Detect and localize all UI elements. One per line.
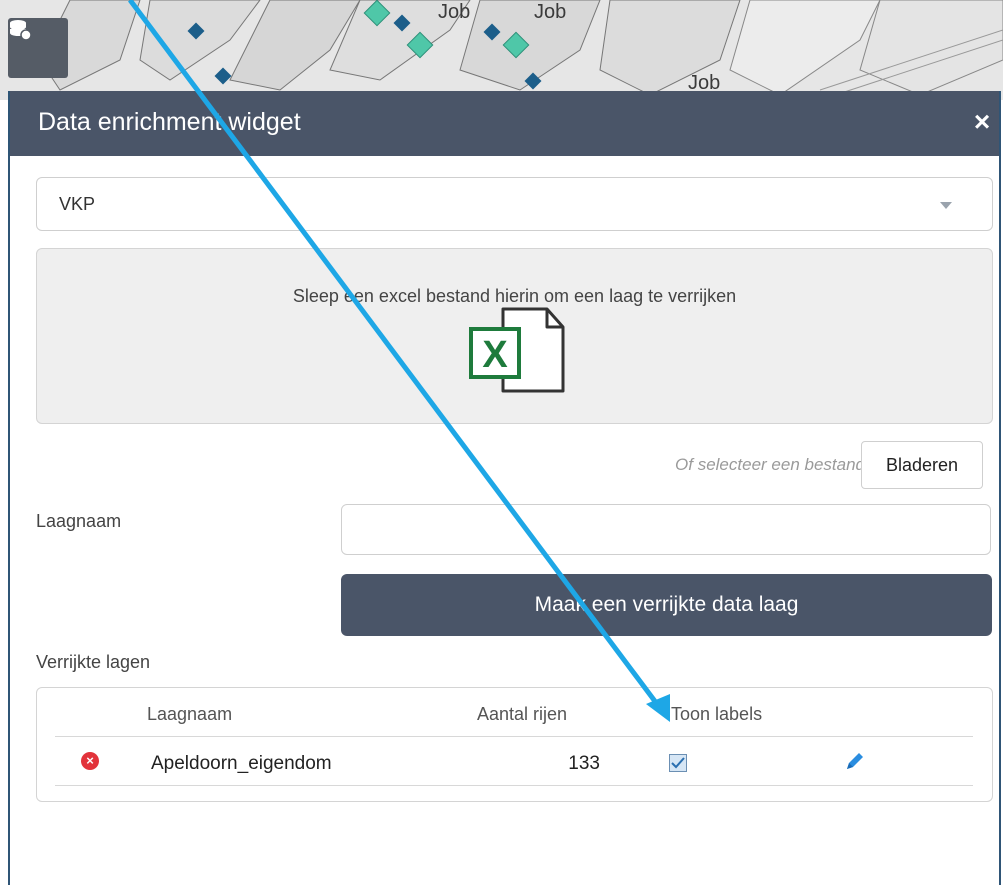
table-header-divider — [55, 736, 973, 737]
checkmark-icon — [671, 757, 685, 769]
browse-button[interactable]: Bladeren — [861, 441, 983, 489]
map-label: Job — [438, 1, 471, 23]
map-features — [39, 0, 1003, 100]
map-background[interactable]: Job Job Job — [0, 0, 1003, 100]
panel-header: Data enrichment widget × — [10, 91, 999, 156]
panel-title: Data enrichment widget — [38, 108, 301, 136]
pencil-icon[interactable] — [845, 751, 865, 771]
chevron-down-icon — [940, 202, 952, 209]
excel-file-icon: X — [469, 307, 565, 393]
layer-select[interactable]: VKP — [36, 177, 993, 231]
enriched-layers-title: Verrijkte lagen — [36, 652, 151, 672]
layer-select-value: VKP — [59, 194, 96, 214]
column-header-aantal-rijen: Aantal rijen — [477, 704, 568, 724]
database-icon — [10, 20, 32, 41]
layer-list-button[interactable] — [8, 18, 68, 78]
enriched-layers-table: Laagnaam Aantal rijen Toon labels × Apel… — [36, 687, 993, 802]
show-labels-checkbox[interactable] — [669, 754, 687, 772]
close-icon[interactable]: × — [967, 107, 997, 137]
or-select-file-text: Of selecteer een bestand — [675, 455, 865, 474]
dropzone-text: Sleep een excel bestand hierin om een la… — [292, 286, 737, 306]
column-header-laagnaam: Laagnaam — [147, 704, 233, 724]
layer-name-input[interactable] — [341, 504, 991, 555]
map-label: Job — [534, 1, 567, 23]
row-count: 133 — [568, 753, 600, 774]
table-row-divider — [55, 785, 973, 786]
layer-name-label: Laagnaam — [36, 511, 122, 531]
svg-text:X: X — [482, 334, 508, 376]
data-enrichment-panel: Data enrichment widget × VKP Sleep een e… — [8, 91, 1001, 885]
delete-icon[interactable]: × — [81, 752, 99, 770]
column-header-toon-labels: Toon labels — [671, 704, 763, 724]
file-dropzone[interactable]: Sleep een excel bestand hierin om een la… — [36, 248, 993, 424]
create-enriched-layer-button[interactable]: Maak een verrijkte data laag — [341, 574, 992, 636]
row-layer-name: Apeldoorn_eigendom — [151, 753, 332, 774]
